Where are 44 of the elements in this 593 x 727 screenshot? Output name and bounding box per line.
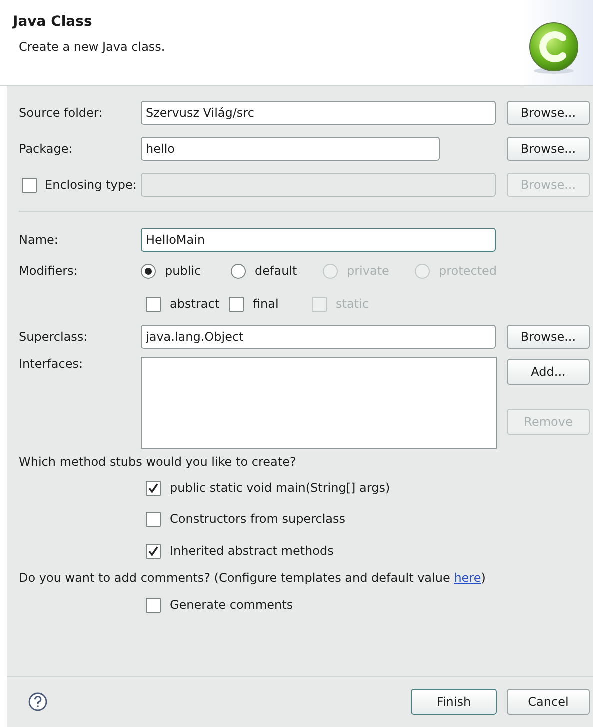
dialog-description: Create a new Java class.	[19, 40, 166, 54]
checkbox[interactable]	[146, 296, 161, 312]
checkbox-label: Generate comments	[170, 598, 294, 612]
checkbox-label: public static void main(String[] args)	[170, 481, 390, 495]
checkbox-label: Enclosing type:	[45, 178, 137, 192]
radio-button[interactable]	[141, 264, 156, 278]
input-field[interactable]: HelloMain	[141, 228, 496, 252]
browse-button[interactable]: Browse...	[507, 101, 590, 125]
checkbox-label: final	[253, 297, 279, 311]
checkbox-label: abstract	[170, 297, 220, 311]
input-field[interactable]: Szervusz Világ/src	[141, 101, 496, 125]
checkbox[interactable]	[229, 296, 244, 312]
interfaces-list[interactable]	[141, 357, 497, 449]
finish-button[interactable]: Finish	[411, 689, 497, 715]
checkbox-label: Constructors from superclass	[170, 512, 346, 526]
browse-button[interactable]: Browse...	[507, 325, 590, 349]
field-label: Package:	[19, 142, 74, 156]
question-text: Do you want to add comments? (Configure templates and default value here)	[19, 570, 487, 586]
help-icon[interactable]	[28, 692, 48, 712]
radio-label: private	[347, 264, 390, 278]
radio-button[interactable]	[231, 264, 246, 278]
cancel-button[interactable]: Cancel	[507, 689, 590, 715]
field-label: Name:	[19, 233, 60, 247]
add-button[interactable]: Add...	[507, 359, 590, 385]
field-label: Modifiers:	[19, 264, 79, 278]
checkbox[interactable]	[146, 598, 161, 612]
checkbox[interactable]	[146, 544, 161, 558]
field-label: Superclass:	[19, 330, 89, 344]
browse-button[interactable]: Browse...	[507, 137, 590, 161]
input-field[interactable]: hello	[141, 137, 440, 161]
radio-label: default	[255, 264, 298, 278]
radio-label: public	[165, 264, 202, 278]
dialog-title: Java Class	[13, 14, 94, 30]
checkbox[interactable]	[146, 512, 161, 526]
field-label: Interfaces:	[19, 357, 84, 371]
checkbox-label: static	[336, 297, 369, 311]
question-text: Which method stubs would you like to create?	[19, 454, 298, 470]
class-icon	[527, 21, 581, 75]
link[interactable]: here	[454, 571, 482, 585]
checkbox[interactable]	[146, 480, 161, 496]
checkbox-label: Inherited abstract methods	[170, 544, 334, 558]
radio-label: protected	[439, 264, 498, 278]
input-field[interactable]: java.lang.Object	[141, 325, 496, 349]
field-label: Source folder:	[19, 106, 104, 120]
